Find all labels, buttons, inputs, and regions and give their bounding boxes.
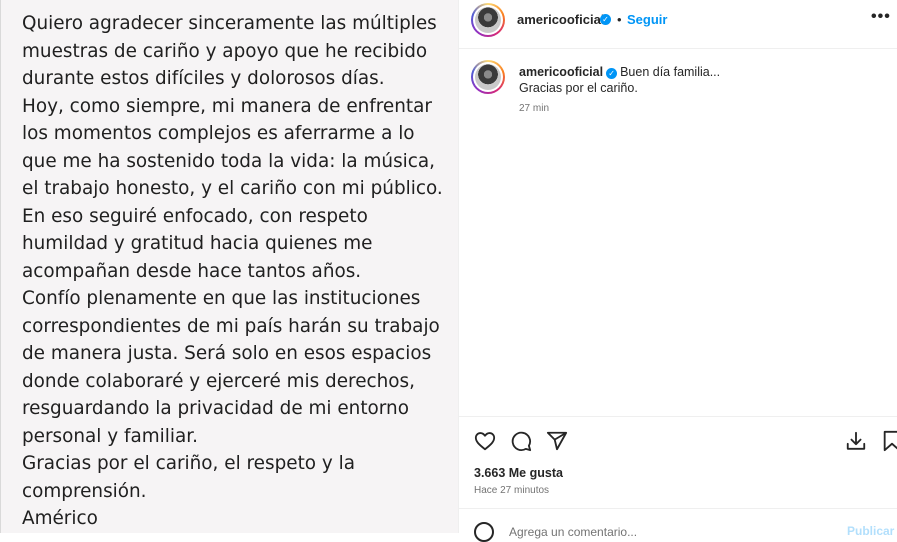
verified-badge-icon: ✓: [606, 68, 618, 79]
post-text-line: Quiero agradecer sinceramente las múltip…: [22, 13, 437, 34]
post-text-line: los momentos complejos es aferrarme a lo: [22, 123, 415, 144]
post-image: Quiero agradecer sinceramente las múltip…: [1, 0, 458, 533]
actions-divider: [459, 416, 897, 417]
caption-timestamp[interactable]: 27 min: [519, 103, 549, 114]
bookmark-icon[interactable]: [881, 430, 897, 452]
caption-first-line: americooficial ✓ Buen día familia...: [519, 65, 720, 79]
post-text-line: correspondientes de mi país harán su tra…: [22, 315, 440, 337]
post-text-line: Américo: [22, 508, 98, 529]
post-text-line: En eso seguiré enfocado, con respeto: [22, 205, 368, 227]
heart-icon[interactable]: [474, 430, 496, 452]
comment-icon[interactable]: [510, 430, 532, 452]
post-image-text: Quiero agradecer sinceramente las múltip…: [22, 10, 452, 533]
more-options-button[interactable]: •••: [871, 8, 891, 26]
post-text-line: resguardando la privacidad de mi entorno: [22, 398, 409, 419]
post-side-panel: americooficial ✓ • Seguir ••• americoofi…: [459, 0, 897, 542]
post-text-line: de manera justa. Será solo en esos espac…: [22, 343, 432, 364]
post-text-line: Gracias por el cariño, el respeto y la: [22, 453, 355, 474]
comment-divider: [459, 508, 897, 509]
caption-text: Buen día familia...: [620, 65, 721, 79]
post-text-line: Hoy, como siempre, mi manera de enfrenta…: [22, 95, 432, 117]
emoji-icon[interactable]: [474, 522, 494, 542]
post-text-line: personal y familiar.: [22, 425, 198, 447]
profile-photo: [475, 64, 501, 90]
verified-badge-icon: ✓: [600, 14, 611, 25]
post-text-line: comprensión.: [22, 480, 147, 502]
header-username[interactable]: americooficial: [517, 12, 604, 27]
post-text-line: que me ha sostenido toda la vida: la mús…: [22, 150, 435, 172]
comment-input[interactable]: [509, 525, 809, 539]
download-icon[interactable]: [845, 430, 867, 452]
post-text-line: acompañan desde hace tantos años.: [22, 260, 362, 282]
share-icon[interactable]: [546, 430, 568, 452]
post-text-line: donde colaboraré y ejerceré mis derechos…: [22, 370, 415, 392]
post-text-line: Confío plenamente en que las institucion…: [22, 288, 421, 309]
post-text-line: humildad y gratitud hacia quienes me: [22, 233, 373, 254]
caption-second-line: Gracias por el cariño.: [519, 81, 638, 95]
post-text-line: muestras de cariño y apoyo que he recibi…: [22, 40, 428, 62]
profile-photo: [475, 7, 501, 33]
likes-count[interactable]: 3.663 Me gusta: [474, 466, 563, 480]
follow-button[interactable]: Seguir: [627, 12, 667, 27]
post-text-line: el trabajo honesto, y el cariño con mi p…: [22, 178, 443, 199]
caption-username[interactable]: americooficial: [519, 65, 603, 79]
publish-button[interactable]: Publicar: [847, 524, 894, 538]
header-divider: [459, 48, 897, 49]
post-timestamp[interactable]: Hace 27 minutos: [474, 485, 549, 496]
header-avatar[interactable]: [471, 3, 505, 37]
post-text-line: durante estos difíciles y dolorosos días…: [22, 68, 385, 89]
header-separator: •: [617, 12, 622, 27]
caption-avatar[interactable]: [471, 60, 505, 94]
